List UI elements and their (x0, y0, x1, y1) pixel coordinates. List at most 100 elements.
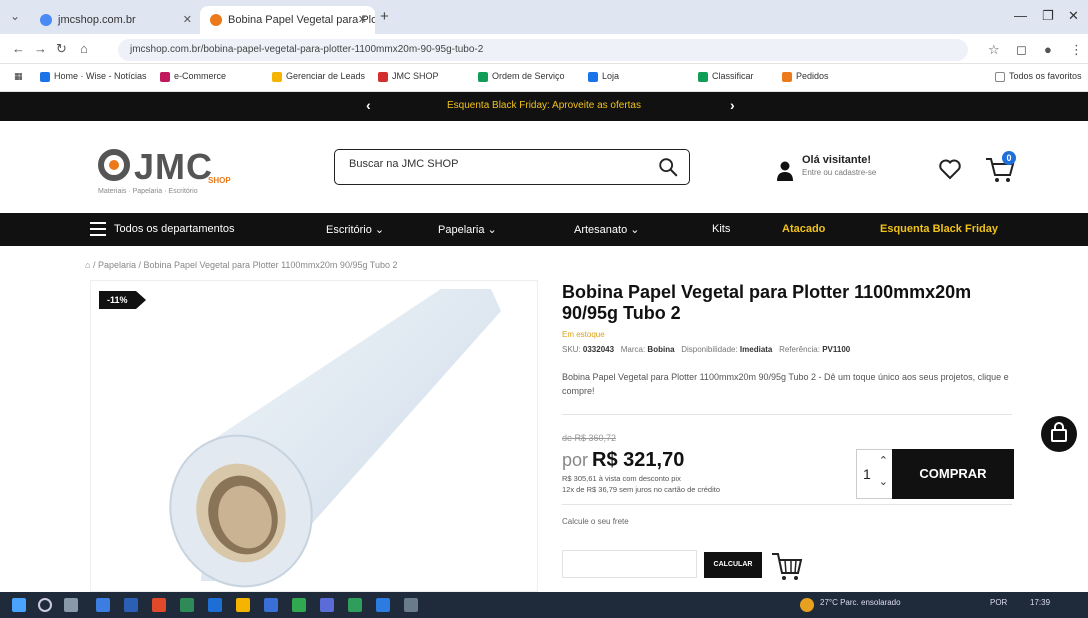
profile-icon[interactable]: ● (1044, 42, 1052, 57)
browser-tab-2[interactable]: Bobina Papel Vegetal para Plo ✕ (200, 6, 375, 34)
browser-tab-1-title: jmcshop.com.br (58, 14, 136, 26)
browser-tab-2-title: Bobina Papel Vegetal para Plo (228, 14, 375, 26)
app-icon[interactable] (96, 598, 110, 612)
logo-tagline: Materiais · Papelaria · Escritório (98, 188, 198, 195)
nav-black-friday[interactable]: Esquenta Black Friday (880, 223, 998, 235)
home-icon[interactable]: ⌂ (85, 260, 90, 270)
weather-text[interactable]: 27°C Parc. ensolarado (820, 598, 901, 607)
cart-button[interactable]: 0 (984, 151, 1016, 185)
minimize-icon[interactable]: — (1014, 8, 1027, 23)
nav-all-departments[interactable]: Todos os departamentos (114, 223, 234, 235)
stock-status: Em estoque (562, 330, 605, 339)
search-box (334, 149, 690, 185)
old-price: de R$ 360,72 (562, 433, 617, 443)
app-icon[interactable] (180, 598, 194, 612)
shipping-label: Calcule o seu frete (562, 517, 629, 526)
promo-text[interactable]: Esquenta Black Friday: Aproveite as ofer… (0, 100, 1088, 111)
bookmark-item[interactable]: Ordem de Serviço (478, 71, 565, 82)
discount-badge: -11% (99, 291, 145, 309)
close-tab-icon[interactable]: ✕ (358, 6, 367, 34)
windows-start-icon[interactable] (12, 598, 26, 612)
menu-hamburger-icon[interactable] (90, 222, 106, 236)
product-meta: SKU: 0332043 Marca: Bobina Disponibilida… (562, 345, 851, 354)
chevron-right-icon[interactable]: › (730, 97, 735, 113)
site-favicon-icon (210, 14, 222, 26)
bookmark-item[interactable]: Gerenciar de Leads (272, 71, 365, 82)
promo-bar: ‹ Esquenta Black Friday: Aproveite as of… (0, 92, 1088, 121)
address-bar-row: ← → ↻ ⌂ jmcshop.com.br/bobina-papel-vege… (0, 34, 1088, 64)
site-favicon-icon (40, 14, 52, 26)
weather-icon[interactable] (800, 598, 814, 612)
paper-roll-image (169, 289, 501, 588)
cart-count-badge: 0 (1002, 151, 1016, 165)
home-icon[interactable]: ⌂ (80, 41, 88, 56)
app-icon[interactable] (320, 598, 334, 612)
bookmark-item[interactable]: JMC SHOP (378, 71, 439, 82)
maximize-icon[interactable]: ❐ (1042, 8, 1054, 24)
search-icon[interactable] (38, 598, 52, 612)
calculate-shipping-button[interactable]: CALCULAR (704, 552, 762, 578)
chevron-up-icon[interactable]: ⌃ (879, 454, 888, 467)
bookmarks-bar: ▦ Home · Wise - Notícias e-Commerce Gere… (0, 64, 1088, 92)
clock[interactable]: 17:39 (1030, 598, 1050, 607)
product-title: Bobina Papel Vegetal para Plotter 1100mm… (562, 282, 972, 323)
apps-icon[interactable]: ▦ (14, 71, 23, 82)
bookmark-item[interactable]: Pedidos (782, 71, 829, 82)
product-image[interactable]: -11% (90, 280, 538, 592)
nav-kits[interactable]: Kits (712, 223, 730, 235)
app-icon[interactable] (264, 598, 278, 612)
wishlist-heart-icon[interactable] (938, 157, 962, 181)
app-icon[interactable] (292, 598, 306, 612)
extensions-icon[interactable]: ◻ (1016, 42, 1027, 58)
browser-tab-bar: ⌄ jmcshop.com.br ✕ Bobina Papel Vegetal … (0, 0, 1088, 34)
bookmark-item[interactable]: Classificar (698, 71, 754, 82)
nav-artesanato[interactable]: Artesanato ⌄ (574, 223, 639, 236)
tab-search-icon[interactable]: ⌄ (10, 9, 20, 23)
task-view-icon[interactable] (64, 598, 78, 612)
app-icon[interactable] (376, 598, 390, 612)
app-icon[interactable] (124, 598, 138, 612)
logo-mark-icon (98, 149, 130, 181)
search-input[interactable] (349, 158, 649, 170)
quantity-value[interactable]: 1 (863, 466, 871, 482)
cart-icon[interactable] (770, 549, 804, 583)
bookmark-item[interactable]: Loja (588, 71, 619, 82)
breadcrumb: ⌂ / Papelaria / Bobina Papel Vegetal par… (85, 260, 398, 270)
language-indicator[interactable]: POR (990, 598, 1007, 607)
back-icon[interactable]: ← (12, 41, 25, 56)
all-bookmarks[interactable]: Todos os favoritos (995, 71, 1082, 82)
app-icon[interactable] (208, 598, 222, 612)
chevron-down-icon[interactable]: ⌄ (879, 475, 888, 488)
main-nav: Todos os departamentos Escritório ⌄ Pape… (0, 213, 1088, 246)
search-icon[interactable] (657, 156, 679, 178)
star-icon[interactable]: ☆ (988, 42, 1000, 58)
url-field[interactable]: jmcshop.com.br/bobina-papel-vegetal-para… (118, 39, 968, 61)
reload-icon[interactable]: ↻ (56, 41, 67, 57)
nav-atacado[interactable]: Atacado (782, 223, 825, 235)
shopping-bag-icon (1051, 422, 1067, 442)
product-description: Bobina Papel Vegetal para Plotter 1100mm… (562, 372, 1009, 396)
os-taskbar: 27°C Parc. ensolarado POR 17:39 (0, 592, 1088, 618)
nav-escritorio[interactable]: Escritório ⌄ (326, 223, 384, 236)
app-icon[interactable] (152, 598, 166, 612)
buy-button[interactable]: COMPRAR (892, 449, 1014, 499)
new-tab-icon[interactable]: + (380, 8, 389, 25)
forward-icon[interactable]: → (34, 41, 47, 56)
menu-icon[interactable]: ⋮ (1070, 42, 1083, 58)
nav-papelaria[interactable]: Papelaria ⌄ (438, 223, 497, 236)
site-logo[interactable]: JMC SHOP Materiais · Papelaria · Escritó… (98, 141, 248, 201)
quantity-stepper[interactable]: 1 ⌃ ⌄ (856, 449, 892, 499)
floating-chat-button[interactable] (1041, 416, 1077, 452)
url-text: jmcshop.com.br/bobina-papel-vegetal-para… (130, 44, 484, 55)
close-window-icon[interactable]: ✕ (1068, 8, 1079, 24)
app-icon[interactable] (404, 598, 418, 612)
divider (562, 504, 1012, 505)
app-icon[interactable] (348, 598, 362, 612)
chrome-icon[interactable] (236, 598, 250, 612)
bookmark-item[interactable]: e-Commerce (160, 71, 226, 82)
close-tab-icon[interactable]: ✕ (183, 6, 192, 34)
browser-tab-1[interactable]: jmcshop.com.br ✕ (30, 6, 200, 34)
bookmark-item[interactable]: Home · Wise - Notícias (40, 71, 147, 82)
cep-input[interactable] (562, 550, 697, 578)
greeting: Olá visitante! (802, 154, 872, 166)
